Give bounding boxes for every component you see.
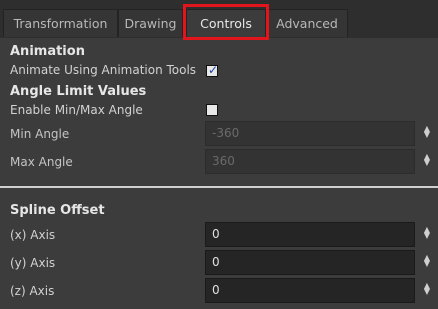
z-axis-field[interactable]: 0 — [205, 278, 415, 303]
angle-limit-section-title: Angle Limit Values — [10, 84, 147, 99]
y-axis-field[interactable]: 0 — [205, 250, 415, 275]
enable-min-max-checkbox[interactable] — [206, 104, 218, 116]
spline-offset-section-title: Spline Offset — [10, 203, 105, 218]
min-angle-label: Min Angle — [10, 127, 70, 141]
max-angle-spinner[interactable]: ▲ ▼ — [423, 153, 431, 167]
tab-transformation[interactable]: Transformation — [3, 9, 118, 37]
z-axis-label: (z) Axis — [10, 284, 55, 298]
x-axis-spinner[interactable]: ▲ ▼ — [423, 226, 431, 240]
spin-down-icon: ▼ — [423, 130, 431, 139]
max-angle-label: Max Angle — [10, 155, 73, 169]
min-angle-spinner[interactable]: ▲ ▼ — [423, 125, 431, 139]
spin-down-icon: ▼ — [423, 287, 431, 296]
y-axis-label: (y) Axis — [10, 256, 56, 270]
check-icon: ✓ — [207, 63, 219, 77]
animate-tools-label: Animate Using Animation Tools — [10, 63, 197, 77]
spin-down-icon: ▼ — [423, 158, 431, 167]
section-divider — [0, 186, 438, 188]
animation-section-title: Animation — [10, 44, 85, 59]
min-angle-field[interactable]: -360 — [205, 121, 415, 146]
spin-down-icon: ▼ — [423, 231, 431, 240]
z-axis-spinner[interactable]: ▲ ▼ — [423, 282, 431, 296]
y-axis-spinner[interactable]: ▲ ▼ — [423, 254, 431, 268]
animate-tools-checkbox[interactable]: ✓ — [206, 63, 219, 77]
enable-min-max-label: Enable Min/Max Angle — [10, 103, 143, 117]
spin-down-icon: ▼ — [423, 259, 431, 268]
x-axis-label: (x) Axis — [10, 228, 56, 242]
tab-drawing[interactable]: Drawing — [118, 9, 183, 37]
x-axis-field[interactable]: 0 — [205, 222, 415, 247]
tab-bar: Transformation Drawing Controls Advanced — [0, 0, 438, 40]
tab-advanced[interactable]: Advanced — [266, 9, 348, 37]
max-angle-field[interactable]: 360 — [205, 149, 415, 174]
tab-highlight-box — [183, 4, 269, 40]
